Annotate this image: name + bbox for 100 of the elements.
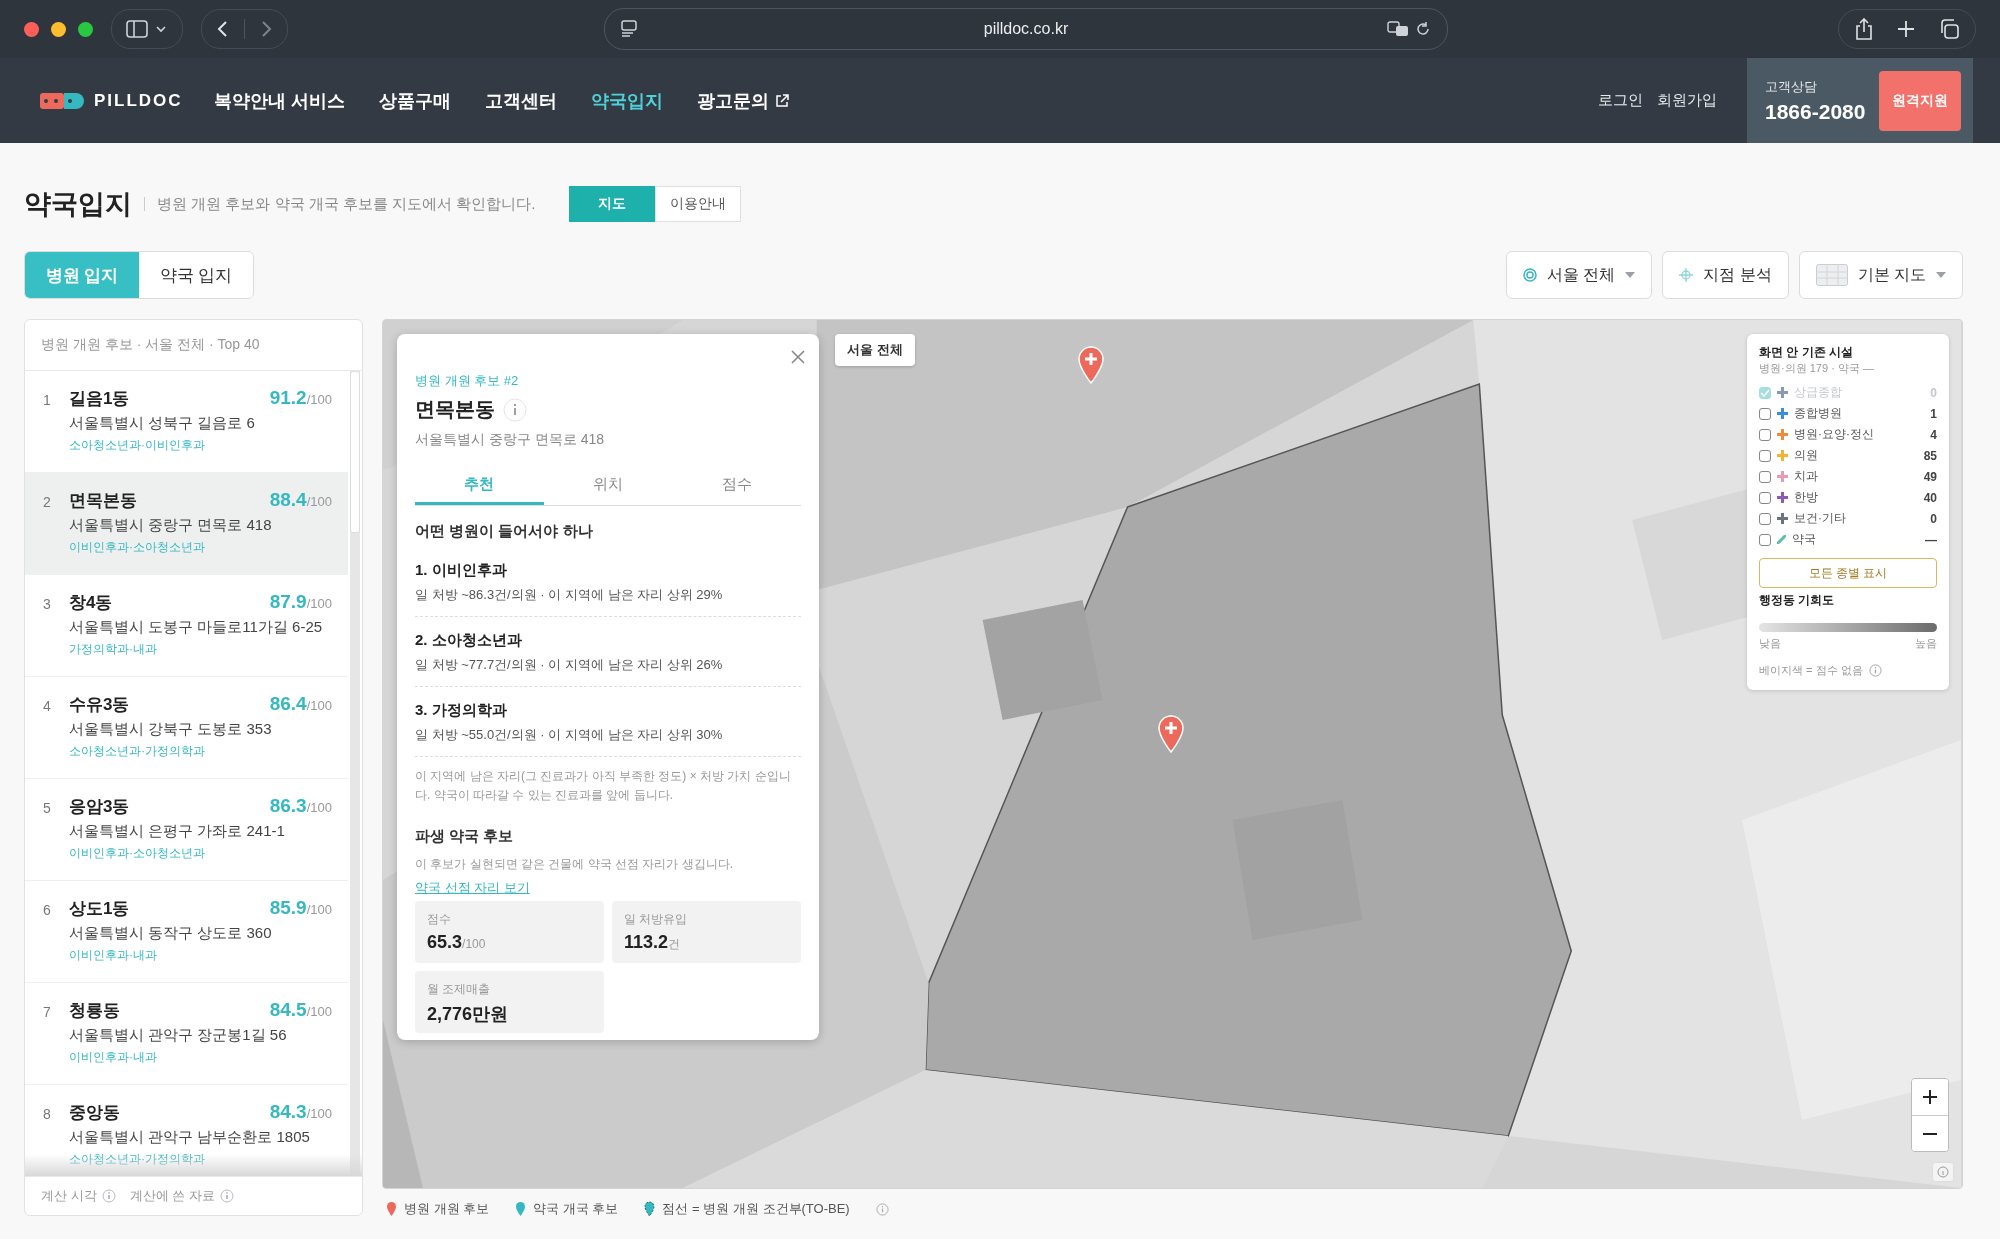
checkbox[interactable] [1759, 533, 1771, 546]
recommendation-detail: 일 처방 ~86.3건/의원 · 이 지역에 남은 자리 상위 29% [415, 586, 724, 604]
candidate-row[interactable]: 4 수유3동 86.4/100 서울특별시 강북구 도봉로 353 소아청소년과·가정의학과 [25, 677, 348, 779]
candidate-name: 수유3동 [69, 694, 130, 716]
support-phone: 1866-2080 [1765, 99, 1866, 124]
map-legend-label: 병원 개원 후보 [404, 1200, 490, 1218]
candidate-specialties: 소아청소년과·이비인후과 [69, 437, 206, 454]
candidate-specialties: 이비인후과·내과 [69, 947, 158, 964]
info-icon[interactable] [101, 1189, 116, 1203]
minimize-window-button[interactable] [51, 21, 66, 37]
signup-link[interactable]: 회원가입 [1657, 91, 1717, 110]
scrollbar[interactable] [350, 371, 360, 1176]
checkbox[interactable] [1759, 512, 1771, 525]
rank-number: 8 [43, 1105, 52, 1124]
logo-text[interactable]: PILLDOC [94, 90, 183, 111]
legend-title: 화면 안 기존 시설 [1759, 344, 1854, 361]
minus-icon [1922, 1132, 1938, 1135]
recommendation-detail: 일 처방 ~55.0건/의원 · 이 지역에 남은 자리 상위 30% [415, 726, 724, 744]
candidate-specialties: 소아청소년과·가정의학과 [69, 1151, 206, 1168]
popup-tab[interactable]: 점수 [672, 467, 801, 505]
stat-value: 65.3/100 [427, 932, 487, 954]
candidate-specialties: 가정의학과·내과 [69, 641, 158, 658]
translate-icon[interactable] [1387, 21, 1409, 37]
stat-label: 점수 [427, 911, 452, 929]
show-all-button[interactable]: 모든 종별 표시 [1759, 558, 1937, 588]
facility-label: 종합병원 [1794, 405, 1842, 422]
nav-link[interactable]: 상품구매 [379, 88, 451, 113]
basemap-dropdown[interactable]: 기본 지도 [1798, 251, 1963, 299]
point-analysis-button[interactable]: 지점 분석 [1662, 251, 1789, 299]
checkbox[interactable] [1759, 407, 1771, 420]
checkbox[interactable] [1759, 491, 1771, 504]
candidate-row[interactable]: 6 상도1동 85.9/100 서울특별시 동작구 상도로 360 이비인후과·내과 [25, 881, 348, 983]
nav-link[interactable]: 고객센터 [485, 88, 557, 113]
scale-title: 행정동 기회도 [1759, 592, 1836, 609]
close-icon[interactable] [791, 350, 805, 364]
recommendation-note: 이 지역에 남은 자리(그 진료과가 아직 부족한 정도) × 처방 가치 순입니다. 약국이 따라갈 수 있는 진료과를 앞에 둡니다. [415, 768, 792, 805]
login-link[interactable]: 로그인 [1598, 91, 1643, 110]
candidate-name: 응암3동 [69, 796, 130, 818]
checkbox[interactable] [1759, 449, 1771, 462]
checkbox[interactable] [1759, 470, 1771, 483]
view-tab[interactable]: 이용안내 [655, 186, 742, 222]
facility-count: 85 [1923, 448, 1937, 463]
candidate-name: 면목본동 [69, 490, 137, 512]
region-label: 서울 전체 [835, 334, 915, 366]
candidate-row[interactable]: 5 응암3동 86.3/100 서울특별시 은평구 가좌로 241-1 이비인후과·소아청소년과 [25, 779, 348, 881]
tabs-overview-icon[interactable] [1939, 19, 1959, 39]
stat-label: 월 조제매출 [427, 981, 492, 999]
page-menu-icon[interactable] [621, 20, 637, 38]
info-icon[interactable] [1868, 664, 1882, 677]
new-tab-icon[interactable] [1897, 20, 1915, 38]
facility-label: 약국 [1792, 531, 1816, 548]
candidate-name: 창4동 [69, 592, 113, 614]
info-icon[interactable] [219, 1189, 234, 1203]
candidate-row[interactable]: 8 중앙동 84.3/100 서울특별시 관악구 남부순환로 1805 소아청소년과·가정의학과 [25, 1085, 348, 1176]
sidebar-toggle-button[interactable] [111, 9, 183, 49]
checkbox[interactable] [1759, 428, 1771, 441]
hospital-pin-icon[interactable] [1078, 346, 1104, 384]
nav-link[interactable]: 광고문의 [697, 88, 789, 113]
reload-icon[interactable] [1415, 21, 1431, 37]
rank-number: 6 [43, 901, 52, 920]
facility-count: 1 [1930, 406, 1937, 421]
nav-link[interactable]: 약국입지 [591, 88, 663, 113]
candidate-score: 85.9/100 [269, 897, 332, 919]
hospital-pin-icon[interactable] [1158, 715, 1184, 753]
rank-number: 2 [43, 493, 52, 512]
forward-icon[interactable] [259, 20, 273, 38]
candidate-name: 청룡동 [69, 1000, 120, 1022]
sidebar-icon [126, 20, 168, 38]
candidate-score: 88.4/100 [269, 489, 332, 511]
recommendation-title: 1. 이비인후과 [415, 561, 508, 580]
facility-label: 의원 [1794, 447, 1818, 464]
candidate-name: 중앙동 [69, 1102, 120, 1124]
close-window-button[interactable] [24, 21, 39, 37]
rank-number: 5 [43, 799, 52, 818]
candidate-address: 서울특별시 은평구 가좌로 241-1 [69, 822, 286, 841]
candidate-row[interactable]: 2 면목본동 88.4/100 서울특별시 중랑구 면목로 418 이비인후과·소아청소년과 [25, 473, 348, 575]
zoom-window-button[interactable] [78, 21, 93, 37]
legend-note: 베이지색 = 점수 없음 [1759, 663, 1863, 678]
section-title: 어떤 병원이 들어서야 하나 [415, 522, 594, 541]
region-dropdown[interactable]: 서울 전체 [1505, 251, 1653, 299]
candidate-row[interactable]: 3 창4동 87.9/100 서울특별시 도봉구 마들로11가길 6-25 가정의학과·내과 [25, 575, 348, 677]
candidate-specialties: 이비인후과·소아청소년과 [69, 539, 206, 556]
popup-tab[interactable]: 위치 [543, 467, 673, 505]
candidate-row[interactable]: 7 청룡동 84.5/100 서울특별시 관악구 장군봉1길 56 이비인후과·내과 [25, 983, 348, 1085]
rank-number: 7 [43, 1003, 52, 1022]
mode-tab[interactable]: 약국 입지 [139, 252, 253, 298]
caret-icon [1936, 272, 1946, 278]
candidate-score: 86.4/100 [269, 693, 332, 715]
nav-link[interactable]: 복약안내 서비스 [214, 88, 345, 113]
stat-value: 2,776만원 [427, 1003, 510, 1027]
popup-address: 서울특별시 중랑구 면목로 418 [415, 431, 606, 449]
zoom-out-button[interactable] [1912, 1115, 1948, 1151]
map-legend-label: 약국 개국 후보 [533, 1200, 619, 1218]
candidate-score: 87.9/100 [269, 591, 332, 613]
share-icon[interactable] [1855, 18, 1873, 40]
candidate-name: 상도1동 [69, 898, 130, 920]
address-bar[interactable]: pilldoc.co.kr [604, 8, 1448, 50]
candidate-score: 84.5/100 [269, 999, 332, 1021]
facility-count: 0 [1930, 511, 1937, 526]
back-icon[interactable] [216, 20, 230, 38]
